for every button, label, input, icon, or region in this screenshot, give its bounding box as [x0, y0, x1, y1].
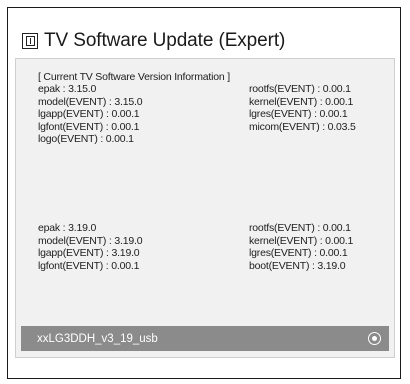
info-box-icon — [22, 33, 38, 49]
dialog-header: TV Software Update (Expert) — [22, 24, 285, 58]
version-line: kernel(EVENT) : 0.00.1 — [249, 234, 354, 247]
version-line: lgapp(EVENT) : 3.19.0 — [38, 247, 140, 259]
update-left-column: epak : 3.19.0 model(EVENT) : 3.19.0 lgap… — [38, 222, 143, 272]
version-line: epak : 3.19.0 — [38, 222, 97, 234]
version-line: logo(EVENT) : 0.00.1 — [38, 133, 134, 145]
version-line: model(EVENT) : 3.15.0 — [38, 95, 143, 108]
version-line: epak : 3.15.0 — [38, 83, 97, 95]
version-line: rootfs(EVENT) : 0.00.1 — [249, 83, 351, 95]
version-line: rootfs(EVENT) : 0.00.1 — [249, 222, 351, 234]
radio-selected-icon[interactable] — [368, 332, 381, 345]
version-line: kernel(EVENT) : 0.00.1 — [249, 95, 354, 108]
version-line: model(EVENT) : 3.19.0 — [38, 234, 143, 247]
update-right-column: rootfs(EVENT) : 0.00.1 kernel(EVENT) : 0… — [249, 222, 353, 272]
version-line: lgfont(EVENT) : 0.00.1 — [38, 120, 140, 133]
version-line: lgapp(EVENT) : 0.00.1 — [38, 108, 140, 120]
version-line: micom(EVENT) : 0.03.5 — [249, 120, 356, 133]
current-left-column: epak : 3.15.0 model(EVENT) : 3.15.0 lgap… — [38, 83, 143, 146]
current-right-column: rootfs(EVENT) : 0.00.1 kernel(EVENT) : 0… — [249, 83, 356, 133]
version-info-panel: [ Current TV Software Version Informatio… — [15, 58, 395, 358]
update-file-item[interactable]: xxLG3DDH_v3_19_usb — [21, 326, 389, 351]
version-line: lgres(EVENT) : 0.00.1 — [249, 247, 348, 259]
version-line: boot(EVENT) : 3.19.0 — [249, 259, 346, 272]
version-line: lgfont(EVENT) : 0.00.1 — [38, 259, 140, 272]
current-version-heading: [ Current TV Software Version Informatio… — [38, 71, 230, 83]
page-title: TV Software Update (Expert) — [44, 30, 286, 51]
file-name-label: xxLG3DDH_v3_19_usb — [37, 332, 158, 345]
version-line: lgres(EVENT) : 0.00.1 — [249, 108, 348, 120]
